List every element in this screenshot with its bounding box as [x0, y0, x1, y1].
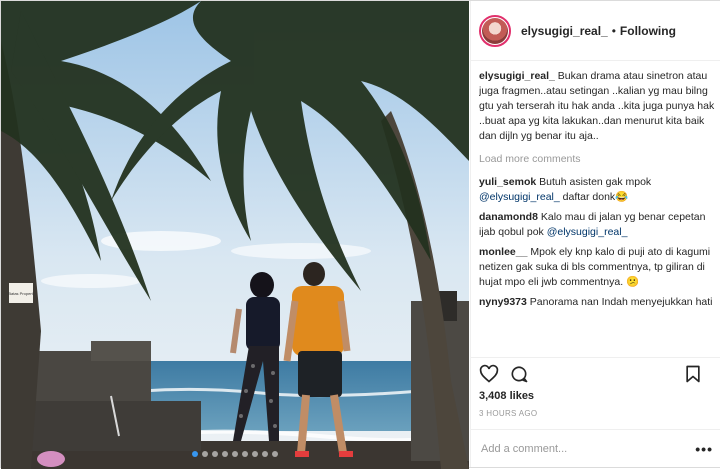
comment-username[interactable]: monlee__	[479, 246, 527, 258]
beach-photo-image: Batas Properti	[1, 1, 469, 469]
carousel-dot	[222, 451, 228, 457]
comment-item: yuli_semok Butuh asisten gak mpok @elysu…	[479, 175, 715, 205]
heart-icon[interactable]	[479, 364, 501, 386]
header-username[interactable]: elysugigi_real_	[521, 24, 608, 38]
post-photo[interactable]: Batas Properti	[1, 1, 469, 469]
avatar[interactable]	[479, 14, 511, 47]
carousel-dot	[252, 451, 258, 457]
comment-icon[interactable]	[509, 364, 531, 386]
comment-username[interactable]: danamond8	[479, 211, 538, 223]
comment-item: nyny9373 Panorama nan Indah menyejukkan …	[479, 295, 715, 310]
carousel-dot	[262, 451, 268, 457]
carousel-dot-active	[192, 451, 198, 457]
comments-section: elysugigi_real_ Bukan drama atau sinetro…	[479, 69, 715, 353]
post-header: elysugigi_real_ • Following	[471, 1, 720, 61]
carousel-dot	[232, 451, 238, 457]
caption-username[interactable]: elysugigi_real_	[479, 70, 555, 82]
comment-username[interactable]: yuli_semok	[479, 176, 536, 188]
bookmark-icon[interactable]	[683, 364, 705, 386]
carousel-dot	[242, 451, 248, 457]
carousel-dot	[202, 451, 208, 457]
instagram-post: Batas Properti elysugigi_real_ • Followi…	[0, 0, 720, 469]
comment-mention[interactable]: @elysugigi_real_	[547, 226, 628, 238]
carousel-indicator	[1, 451, 469, 457]
comment-item: danamond8 Kalo mau di jalan yg benar cep…	[479, 210, 715, 240]
likes-count[interactable]: 3,408 likes	[479, 390, 534, 402]
avatar-image	[482, 17, 508, 44]
post-timestamp[interactable]: 3 HOURS AGO	[479, 409, 537, 418]
comment-mention[interactable]: @elysugigi_real_	[479, 191, 560, 203]
post-caption: elysugigi_real_ Bukan drama atau sinetro…	[479, 69, 715, 144]
carousel-dot	[272, 451, 278, 457]
action-bar	[471, 357, 720, 390]
comment-text: Butuh asisten gak mpok	[536, 176, 652, 188]
comment-item: monlee__ Mpok ely knp kalo di puji ato d…	[479, 245, 715, 290]
property-sign-text: Batas Properti	[8, 291, 33, 296]
add-comment-bar: •••	[471, 429, 720, 467]
post-side-panel: elysugigi_real_ • Following elysugigi_re…	[470, 1, 720, 467]
comment-username[interactable]: nyny9373	[479, 296, 527, 308]
carousel-dot	[212, 451, 218, 457]
add-comment-input[interactable]	[479, 441, 696, 456]
comment-text: Panorama nan Indah menyejukkan hati	[526, 296, 713, 308]
header-separator: •	[611, 23, 616, 38]
load-more-comments-button[interactable]: Load more comments	[479, 152, 715, 167]
more-options-icon[interactable]: •••	[695, 441, 713, 457]
following-button[interactable]: Following	[620, 24, 676, 38]
comment-text-after: daftar donk😂	[559, 191, 629, 203]
